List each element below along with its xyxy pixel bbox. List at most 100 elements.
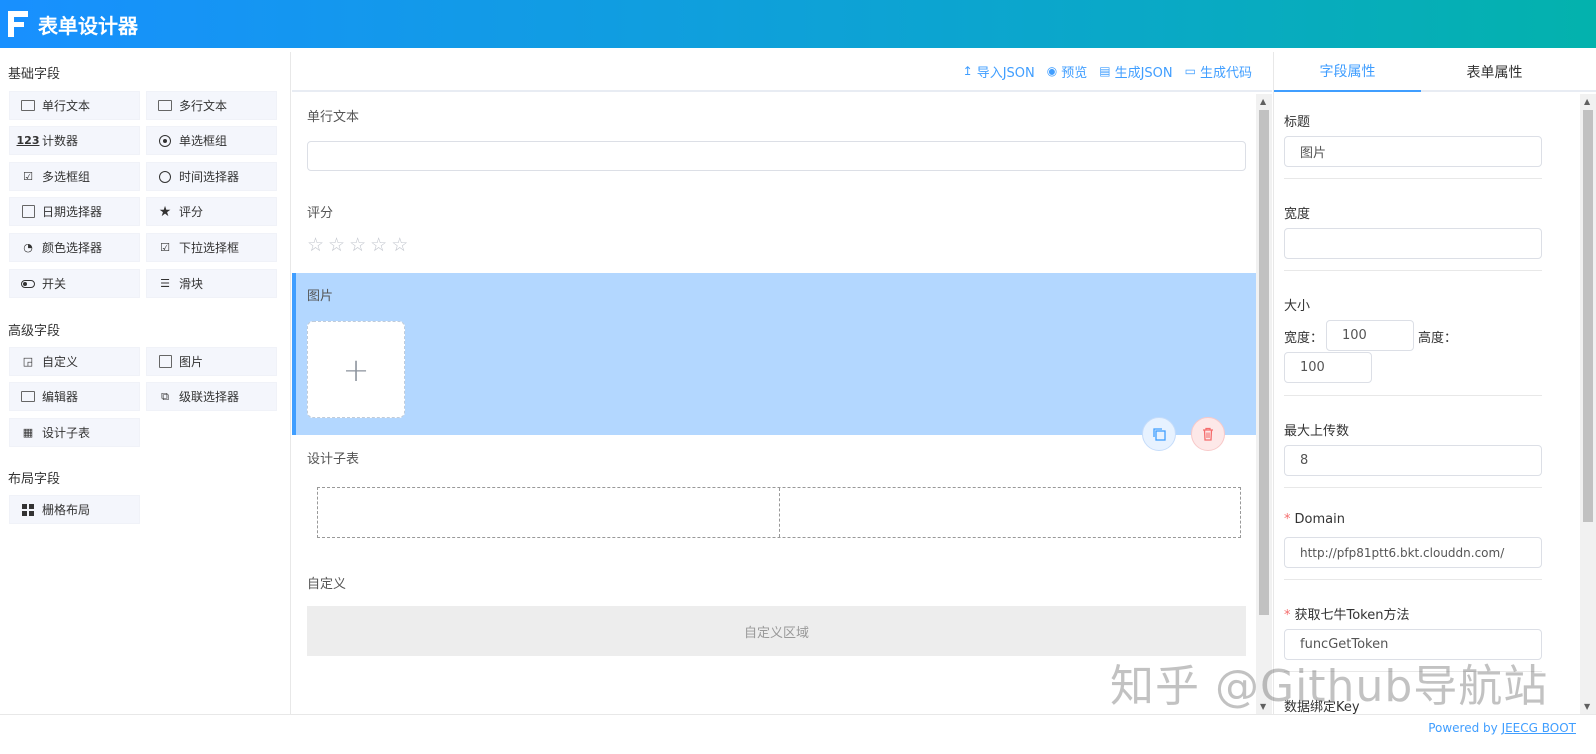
preview-button[interactable]: ◉ 预览 [1047, 62, 1088, 81]
toggle-icon [20, 277, 36, 291]
logo-icon [8, 11, 28, 37]
scroll-up-icon[interactable]: ▲ [1260, 97, 1266, 106]
image-icon [157, 355, 173, 369]
generate-json-button[interactable]: ▤ 生成JSON [1099, 62, 1172, 81]
comp-slider[interactable]: ☰ 滑块 [146, 269, 277, 298]
copy-field-button[interactable] [1142, 417, 1176, 451]
radio-icon [157, 134, 173, 148]
star-icon[interactable]: ☆ [370, 235, 387, 255]
textarea-icon [157, 99, 173, 113]
form-canvas: 单行文本 评分 ☆ ☆ ☆ ☆ ☆ 图片 + 设计子表 自定义 自定义区域 [292, 94, 1256, 714]
required-mark: * [1284, 512, 1291, 527]
comp-switch[interactable]: 开关 [9, 269, 140, 298]
scroll-down-icon[interactable]: ▼ [1584, 702, 1590, 711]
input-icon [20, 99, 36, 113]
divider [1284, 579, 1542, 580]
single-line-input[interactable] [307, 141, 1246, 171]
comp-editor[interactable]: 编辑器 [9, 382, 140, 411]
selected-image-field[interactable] [292, 273, 1256, 435]
generate-code-button[interactable]: ▭ 生成代码 [1185, 62, 1252, 81]
sub-table-cell[interactable] [318, 488, 780, 537]
powered-by: Powered by JEECG BOOT [1428, 721, 1576, 735]
comp-grid-layout[interactable]: 栅格布局 [9, 495, 140, 524]
divider [1284, 178, 1542, 179]
canvas-scrollbar[interactable]: ▲ ▼ [1256, 94, 1272, 714]
comp-sub-table[interactable]: ▦ 设计子表 [9, 418, 140, 447]
scroll-up-icon[interactable]: ▲ [1584, 97, 1590, 106]
comp-color-picker[interactable]: ◔ 颜色选择器 [9, 233, 140, 262]
component-panel: 基础字段 单行文本 多行文本 123 计数器 单选框组 ☑ 多选框组 时间选择器… [0, 52, 291, 714]
app-title: 表单设计器 [38, 13, 138, 38]
comp-date-picker[interactable]: 日期选择器 [9, 197, 140, 226]
prop-size-width-label: 宽度： [1284, 331, 1324, 346]
delete-field-button[interactable] [1191, 417, 1225, 451]
group-title-layout: 布局字段 [8, 472, 61, 487]
tab-field-properties[interactable]: 字段属性 [1274, 52, 1421, 92]
field-properties: 标题 图片 宽度 大小 宽度： 100 高度： 100 最大上传数 8 * Dom… [1274, 94, 1581, 714]
prop-title-input[interactable]: 图片 [1284, 136, 1542, 167]
field-label-subtable: 设计子表 [307, 452, 360, 467]
comp-rate[interactable]: ★ 评分 [146, 197, 277, 226]
eye-icon: ◉ [1046, 64, 1058, 78]
import-json-button[interactable]: ↥ 导入JSON [963, 62, 1035, 81]
scroll-thumb[interactable] [1259, 110, 1269, 615]
editor-icon [20, 390, 36, 404]
sub-table[interactable] [317, 487, 1241, 538]
table-icon: ▦ [22, 426, 34, 439]
star-icon[interactable]: ☆ [391, 235, 408, 255]
custom-icon: ◲ [22, 355, 34, 368]
footer: Powered by JEECG BOOT [0, 714, 1596, 754]
star-icon[interactable]: ☆ [307, 235, 324, 255]
prop-domain-input[interactable]: http://pfp81ptt6.bkt.clouddn.com/ [1284, 537, 1542, 568]
cascader-icon: ⧉ [161, 389, 169, 403]
comp-time-picker[interactable]: 时间选择器 [146, 162, 277, 191]
trash-icon [1203, 427, 1213, 441]
tab-form-properties[interactable]: 表单属性 [1421, 52, 1568, 92]
jeecg-boot-link[interactable]: JEECG BOOT [1502, 721, 1576, 735]
comp-select[interactable]: ☑ 下拉选择框 [146, 233, 277, 262]
clock-icon [157, 170, 173, 184]
star-icon[interactable]: ☆ [349, 235, 366, 255]
comp-multi-line-text[interactable]: 多行文本 [146, 91, 277, 120]
document-icon: ▤ [1099, 64, 1111, 78]
design-area: ↥ 导入JSON ◉ 预览 ▤ 生成JSON ▭ 生成代码 单行文本 评分 ☆ … [292, 52, 1272, 714]
divider [1284, 395, 1542, 396]
comp-radio-group[interactable]: 单选框组 [146, 126, 277, 155]
comp-custom[interactable]: ◲ 自定义 [9, 347, 140, 376]
divider [1284, 487, 1542, 488]
comp-counter[interactable]: 123 计数器 [9, 126, 140, 155]
sub-table-cell[interactable] [780, 488, 1241, 537]
comp-image[interactable]: 图片 [146, 347, 277, 376]
file-icon: ▭ [1184, 64, 1196, 78]
star-icon[interactable]: ☆ [328, 235, 345, 255]
number-icon: 123 [16, 134, 40, 147]
comp-single-line-text[interactable]: 单行文本 [9, 91, 140, 120]
prop-width-input[interactable] [1284, 228, 1542, 259]
comp-checkbox-group[interactable]: ☑ 多选框组 [9, 162, 140, 191]
grid-icon [20, 503, 36, 517]
required-mark: * [1284, 608, 1291, 623]
field-label-rate: 评分 [307, 206, 334, 221]
properties-scrollbar[interactable]: ▲ ▼ [1580, 94, 1596, 714]
group-title-advanced: 高级字段 [8, 324, 61, 339]
group-title-basic: 基础字段 [8, 67, 61, 82]
app-header: 表单设计器 [0, 0, 1596, 48]
prop-token-label: * 获取七牛Token方法 [1284, 608, 1410, 623]
divider [1284, 270, 1542, 271]
rate-stars[interactable]: ☆ ☆ ☆ ☆ ☆ [307, 235, 412, 255]
prop-size-height-input[interactable]: 100 [1284, 352, 1372, 383]
prop-domain-label: * Domain [1284, 512, 1345, 527]
custom-area[interactable]: 自定义区域 [307, 606, 1246, 656]
plus-icon: + [342, 350, 370, 389]
image-upload-box[interactable]: + [307, 321, 405, 418]
prop-max-upload-input[interactable]: 8 [1284, 445, 1542, 476]
prop-max-upload-label: 最大上传数 [1284, 424, 1350, 439]
copy-icon [1153, 428, 1166, 441]
star-icon: ★ [158, 203, 172, 220]
comp-cascader[interactable]: ⧉ 级联选择器 [146, 382, 277, 411]
prop-size-width-input[interactable]: 100 [1326, 320, 1414, 351]
upload-icon: ↥ [962, 64, 973, 78]
calendar-icon [20, 205, 36, 219]
properties-panel: 字段属性 表单属性 标题 图片 宽度 大小 宽度： 100 高度： 100 最大… [1273, 52, 1596, 714]
scroll-thumb[interactable] [1583, 110, 1593, 522]
